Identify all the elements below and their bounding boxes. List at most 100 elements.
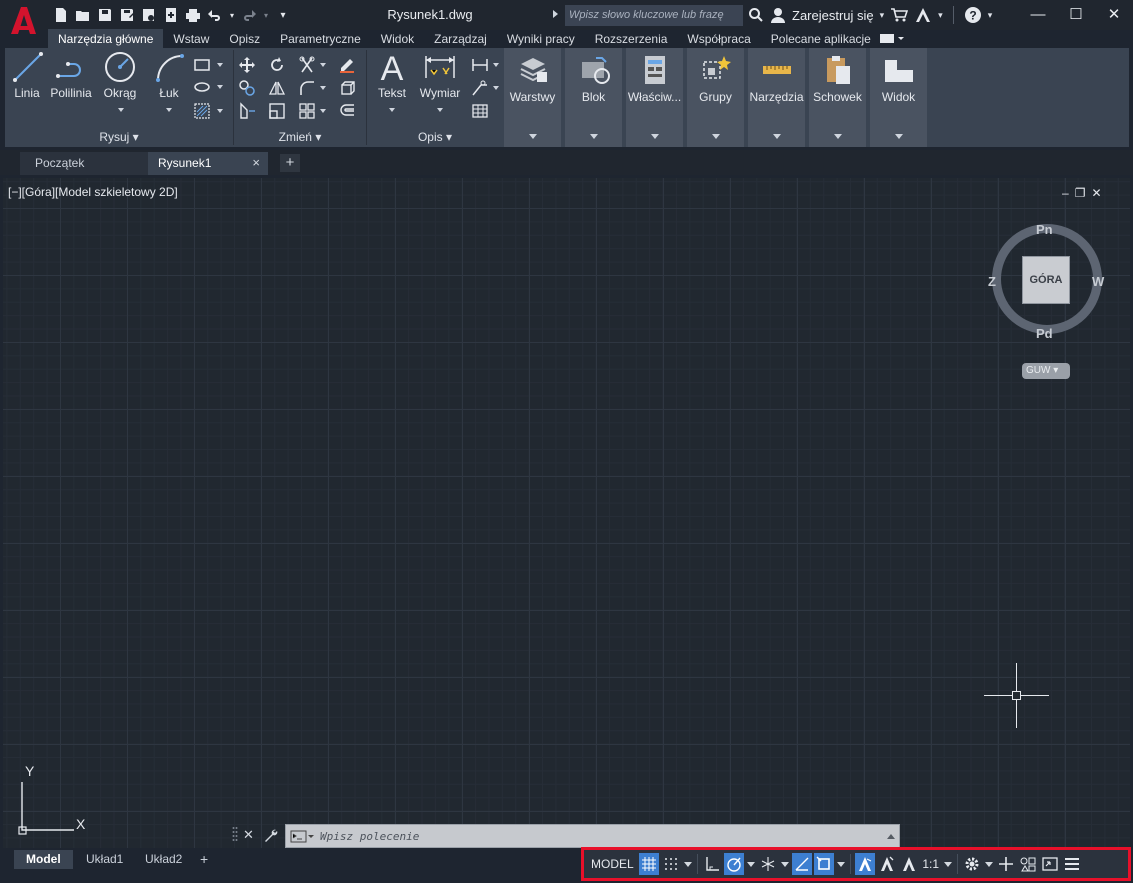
explode-icon[interactable] [338,79,356,97]
text-dropdown-icon[interactable] [389,108,395,112]
annotation-visibility-icon[interactable] [854,853,875,875]
plot-icon[interactable] [184,6,202,24]
tab-featured-apps[interactable]: Polecane aplikacje [761,29,881,49]
new-file-icon[interactable] [52,6,70,24]
tab-collaborate[interactable]: Współpraca [677,29,760,49]
undo-icon[interactable] [206,6,224,24]
autodesk-app-icon[interactable] [914,7,932,23]
block-button[interactable]: Blok [565,48,622,147]
close-tab-icon[interactable]: × [252,155,260,170]
fillet-dropdown-icon[interactable] [320,86,326,90]
tab-manage[interactable]: Zarządzaj [424,29,497,49]
copy-icon[interactable] [238,79,256,97]
customize-menu-icon[interactable] [1062,853,1082,875]
polyline-button[interactable]: Polilinia [49,50,93,100]
array-icon[interactable] [298,102,316,120]
wcs-menu[interactable]: GUW ▾ [1022,363,1070,379]
circle-dropdown-icon[interactable] [118,108,124,112]
array-dropdown-icon[interactable] [320,109,326,113]
compass-south[interactable]: Pd [1036,326,1053,341]
viewport-restore-icon[interactable]: ❐ [1075,186,1086,200]
redo-dropdown-icon[interactable]: ▾ [262,6,270,24]
scale-icon[interactable] [268,102,286,120]
isodraft-dropdown-icon[interactable] [780,853,790,875]
undo-dropdown-icon[interactable]: ▾ [228,6,236,24]
rotate-icon[interactable] [268,56,286,74]
save-icon[interactable] [96,6,114,24]
isodraft-icon[interactable] [758,853,778,875]
polar-tracking-icon[interactable] [723,853,744,875]
object-snap-tracking-icon[interactable] [791,853,812,875]
annotation-monitor-icon[interactable] [996,853,1016,875]
minimize-icon[interactable]: — [1019,0,1057,28]
text-button[interactable]: A Tekst [375,50,409,100]
annotation-scale-icon[interactable] [899,853,919,875]
arc-dropdown-icon[interactable] [166,108,172,112]
drawing-canvas[interactable] [3,178,1130,848]
maximize-icon[interactable]: ☐ [1057,0,1095,28]
snap-icon[interactable] [661,853,681,875]
ortho-icon[interactable] [702,853,722,875]
tab-drawing1[interactable]: Rysunek1 × [148,152,268,175]
rectangle-icon[interactable] [193,56,211,74]
tab-output[interactable]: Wyniki pracy [497,29,585,49]
ucs-icon[interactable]: Y X [14,762,94,837]
search-icon[interactable] [748,7,764,23]
command-history-icon[interactable] [887,834,895,839]
snap-dropdown-icon[interactable] [683,853,693,875]
compass-north[interactable]: Pn [1036,222,1053,237]
layers-button[interactable]: Warstwy [504,48,561,147]
app-dropdown-icon[interactable]: ▾ [938,10,943,21]
properties-dropdown-icon[interactable] [650,134,659,139]
compass-west[interactable]: W [1092,274,1104,289]
clipboard-dropdown-icon[interactable] [833,134,842,139]
offset-icon[interactable] [338,102,356,120]
command-input[interactable]: Wpisz polecenie [285,824,900,848]
command-line-close-icon[interactable]: ✕ [243,827,254,843]
ellipse-dropdown-icon[interactable] [217,85,223,89]
erase-icon[interactable] [338,56,356,74]
units-icon[interactable] [1018,853,1038,875]
viewcube[interactable]: GÓRA Pn Pd Z W [988,222,1104,342]
auto-scale-icon[interactable] [877,853,897,875]
ribbon-minimize-icon[interactable] [878,32,906,46]
tab-view[interactable]: Widok [371,29,424,49]
workspace-dropdown-icon[interactable] [984,853,994,875]
new-tab-button[interactable]: + [280,154,300,172]
tab-parametric[interactable]: Parametryczne [270,29,371,49]
viewcube-top-face[interactable]: GÓRA [1022,256,1070,304]
compass-east[interactable]: Z [988,274,996,289]
dimension-button[interactable]: Wymiar [417,50,463,100]
view-dropdown-icon[interactable] [894,134,903,139]
open-file-icon[interactable] [74,6,92,24]
save-web-icon[interactable] [162,6,180,24]
panel-draw-title[interactable]: Rysuj ▾ [5,127,233,147]
save-as-icon[interactable] [118,6,136,24]
stretch-icon[interactable] [238,102,256,120]
groups-dropdown-icon[interactable] [711,134,720,139]
layout-tab-model[interactable]: Model [14,850,73,869]
trim-icon[interactable] [298,56,316,74]
wrench-icon[interactable] [264,828,278,842]
open-web-icon[interactable] [140,6,158,24]
line-button[interactable]: Linia [11,50,43,100]
linear-dim-icon[interactable] [471,56,489,74]
circle-button[interactable]: Okrąg [102,50,138,100]
object-snap-dropdown-icon[interactable] [836,853,846,875]
help-dropdown-icon[interactable]: ▾ [988,10,993,21]
object-snap-icon[interactable] [813,853,834,875]
scale-button[interactable]: 1:1 [921,853,941,875]
groups-button[interactable]: Grupy [687,48,744,147]
utilities-dropdown-icon[interactable] [772,134,781,139]
layout-tab-layout2[interactable]: Układ2 [133,850,194,869]
workspace-gear-icon[interactable] [962,853,982,875]
polar-dropdown-icon[interactable] [746,853,756,875]
arc-button[interactable]: Łuk [153,50,185,100]
trim-dropdown-icon[interactable] [320,63,326,67]
utilities-button[interactable]: Narzędzia [748,48,805,147]
search-expand-icon[interactable] [553,10,558,18]
add-layout-button[interactable]: + [192,850,216,869]
dimension-dropdown-icon[interactable] [437,108,443,112]
command-line-grip-icon[interactable] [232,826,238,844]
mirror-icon[interactable] [268,79,286,97]
